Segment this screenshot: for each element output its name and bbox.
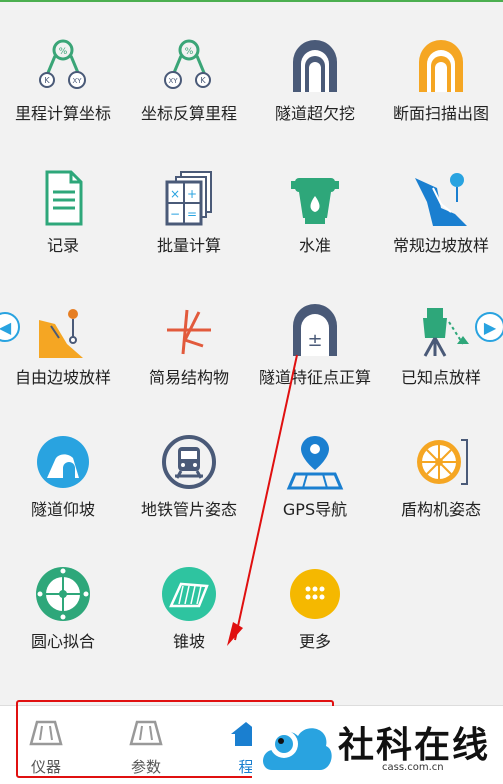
svg-text:K: K	[44, 76, 50, 85]
grid-item-circle-fit[interactable]: 圆心拟合	[0, 538, 126, 658]
svg-text:XY: XY	[168, 77, 178, 85]
grid-item-label: 自由边坡放样	[14, 368, 111, 387]
tunnel-overbreak-icon	[283, 34, 347, 98]
grid-item-shield-machine[interactable]: 盾构机姿态	[378, 406, 503, 526]
grid-item-batch-calc[interactable]: × + − = 批量计算	[126, 142, 252, 262]
watermark-logo-icon	[263, 728, 332, 770]
svg-text:%: %	[185, 47, 194, 57]
svg-text:×: ×	[170, 187, 180, 201]
grid-item-label: 记录	[46, 236, 79, 255]
metro-segment-icon	[157, 430, 221, 494]
svg-text:%: %	[59, 47, 68, 57]
svg-text:+: +	[187, 187, 197, 201]
grid-item-level[interactable]: 水准	[252, 142, 378, 262]
grid-item-slope-layout[interactable]: 常规边坡放样	[378, 142, 503, 262]
grid-item-label: 圆心拟合	[30, 632, 95, 651]
grid-item-label: 水准	[298, 236, 331, 255]
grid-item-label: 隧道超欠挖	[274, 104, 355, 123]
free-slope-icon	[31, 298, 95, 362]
cone-slope-icon	[157, 562, 221, 626]
grid-item-label: 批量计算	[156, 236, 221, 255]
grid-item-label: 里程计算坐标	[14, 104, 111, 123]
svg-text:±: ±	[307, 330, 322, 351]
grid-item-km-to-xy[interactable]: % K XY 里程计算坐标	[0, 10, 126, 130]
svg-text:XY: XY	[72, 77, 82, 85]
grid-item-tunnel-overbreak[interactable]: 隧道超欠挖	[252, 10, 378, 130]
watermark-url: cass.com.cn	[382, 762, 444, 773]
grid-item-label: 盾构机姿态	[400, 500, 481, 519]
tunnel-slope-icon	[31, 430, 95, 494]
shield-machine-icon	[409, 430, 473, 494]
svg-text:=: =	[187, 207, 197, 221]
level-instrument-icon	[283, 166, 347, 230]
grid-item-free-slope[interactable]: 自由边坡放样	[0, 274, 126, 394]
next-page-arrow-icon[interactable]: ▶	[475, 312, 503, 342]
known-point-layout-icon	[409, 298, 473, 362]
xy-km-calc-icon: % XY K	[157, 34, 221, 98]
grid-item-label: 坐标反算里程	[140, 104, 237, 123]
grid-item-xy-to-km[interactable]: % XY K 坐标反算里程	[126, 10, 252, 130]
record-document-icon	[31, 166, 95, 230]
watermark-text: 社科在线	[338, 725, 491, 766]
annotation-arrow	[227, 354, 298, 646]
watermark: 社科在线 cass.com.cn	[252, 706, 503, 784]
svg-text:−: −	[170, 207, 180, 221]
slope-layout-icon	[409, 166, 473, 230]
grid-item-record[interactable]: 记录	[0, 142, 126, 262]
grid-item-label: 常规边坡放样	[392, 236, 489, 255]
grid-item-label: 断面扫描出图	[392, 104, 489, 123]
svg-text:K: K	[200, 76, 206, 85]
km-xy-calc-icon: % K XY	[31, 34, 95, 98]
grid-item-section-scan[interactable]: 断面扫描出图	[378, 10, 503, 130]
batch-calc-icon: × + − =	[157, 166, 221, 230]
section-scan-icon	[409, 34, 473, 98]
grid-item-label: 隧道仰坡	[30, 500, 95, 519]
top-accent-line	[0, 0, 503, 2]
circle-fit-icon	[31, 562, 95, 626]
simple-structure-icon	[157, 298, 221, 362]
grid-item-label: 已知点放样	[400, 368, 481, 387]
grid-item-tunnel-slope[interactable]: 隧道仰坡	[0, 406, 126, 526]
